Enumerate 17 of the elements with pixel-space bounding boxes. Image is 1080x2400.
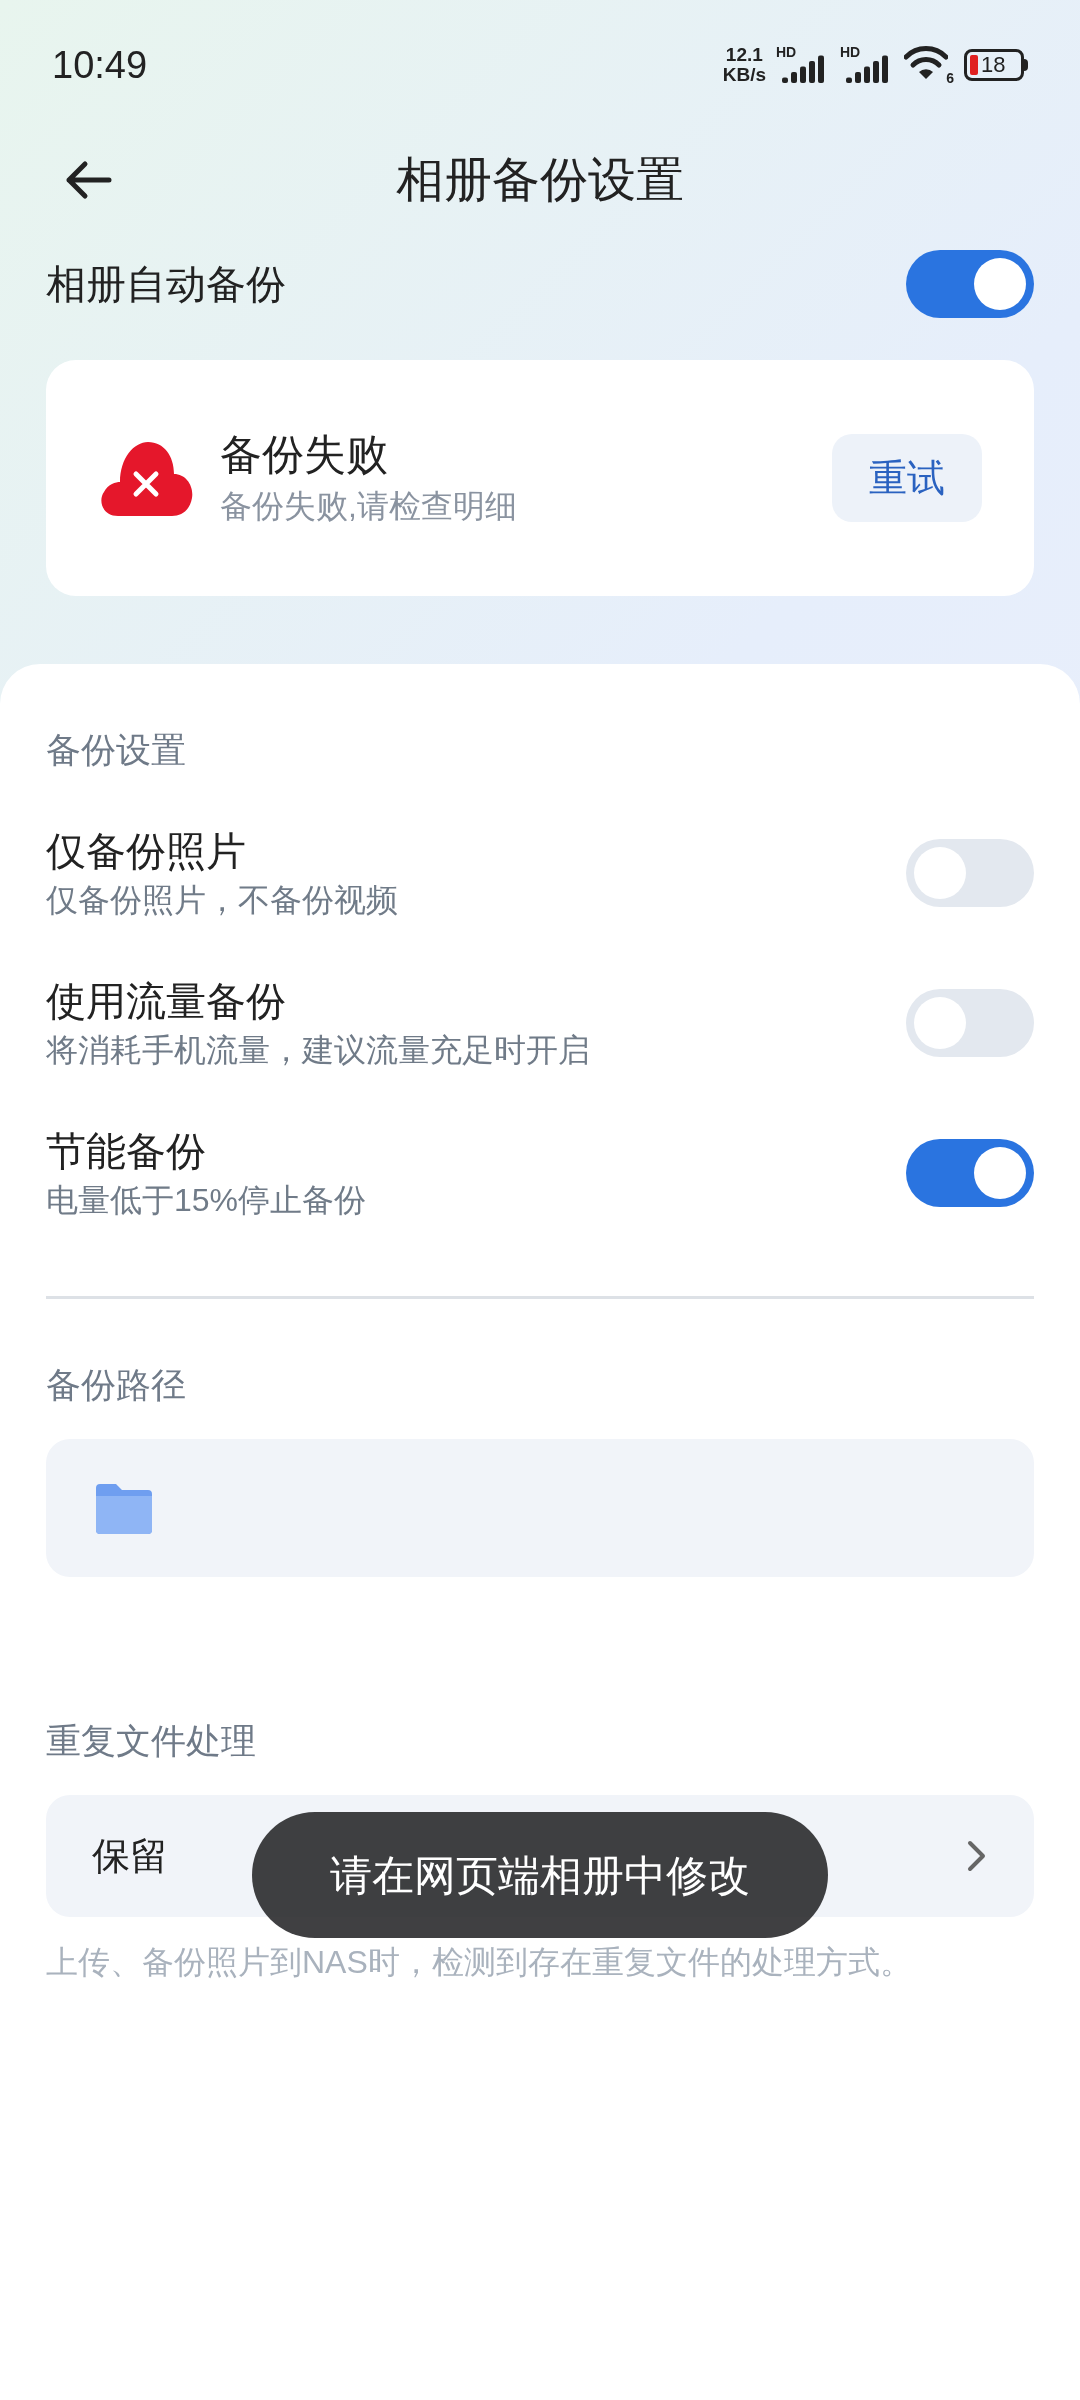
setting-title: 使用流量备份 <box>46 978 287 1025</box>
section-heading: 备份设置 <box>46 729 187 771</box>
message-toast: 请在网页端相册中修改 <box>252 1812 828 1938</box>
helper-text: 上传、备份照片到NAS时，检测到存在重复文件的处理方式。 <box>46 1943 913 1982</box>
net-speed: 12.1 KB/s <box>722 45 766 85</box>
section-heading: 重复文件处理 <box>46 1720 257 1762</box>
setting-subtitle: 电量低于15%停止备份 <box>46 1181 367 1220</box>
status-subtitle: 备份失败,请检查明细 <box>220 487 518 526</box>
status-time: 10:49 <box>52 42 148 88</box>
setting-title: 节能备份 <box>46 1128 207 1175</box>
status-title: 备份失败 <box>220 430 389 480</box>
section-heading: 备份路径 <box>46 1364 187 1406</box>
page-title: 相册备份设置 <box>396 152 684 208</box>
setting-subtitle: 将消耗手机流量，建议流量充足时开启 <box>46 1031 590 1070</box>
setting-title: 相册自动备份 <box>46 261 286 308</box>
setting-title: 仅备份照片 <box>46 828 247 875</box>
setting-subtitle: 仅备份照片，不备份视频 <box>46 881 398 920</box>
